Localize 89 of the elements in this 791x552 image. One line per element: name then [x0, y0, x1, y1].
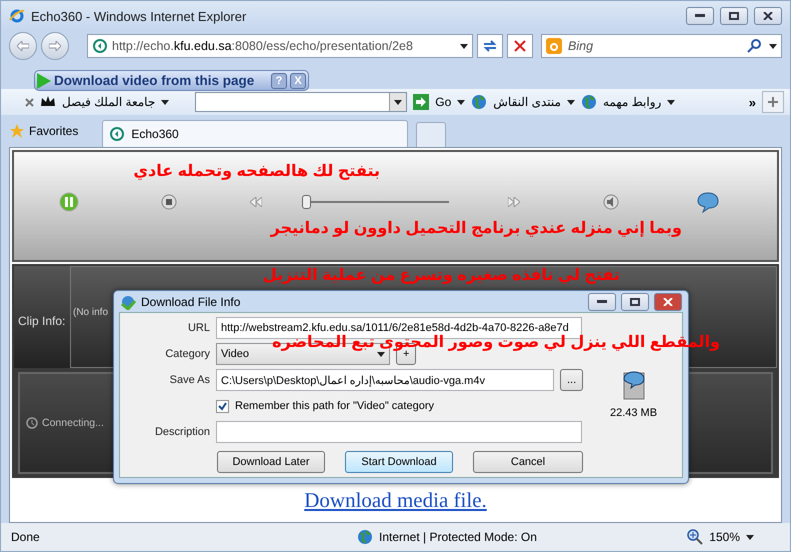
stop-button-icon — [161, 194, 177, 210]
status-text: Done — [11, 530, 41, 544]
dialog-button[interactable]: Download Later — [217, 451, 325, 473]
speech-bubble-logo-icon — [696, 191, 720, 213]
clock-icon — [26, 417, 38, 429]
stop-button[interactable] — [507, 34, 533, 58]
security-zone-text: Internet | Protected Mode: On — [379, 530, 538, 544]
caret-icon — [769, 44, 777, 48]
minimize-button[interactable] — [588, 292, 616, 310]
field-label: Category — [164, 348, 210, 360]
caret-icon — [566, 100, 575, 104]
site-link[interactable]: جامعة الملك فيصل — [62, 95, 156, 109]
clip-info-label: Clip Info: — [17, 313, 66, 330]
globe-icon — [357, 529, 373, 545]
field-label: Description — [154, 426, 210, 438]
input-field[interactable] — [216, 421, 582, 443]
globe-icon — [471, 94, 488, 110]
caret-icon — [394, 100, 402, 104]
maximize-button[interactable] — [621, 292, 649, 310]
refresh-button[interactable] — [477, 34, 503, 58]
globe-download-icon — [120, 294, 136, 310]
fast-forward-icon — [508, 197, 520, 207]
maximize-icon — [729, 12, 739, 20]
pause-button-icon — [59, 192, 79, 212]
page-icon — [92, 38, 108, 54]
more-links-button[interactable]: » — [748, 94, 756, 110]
stop-icon — [514, 40, 526, 52]
add-button[interactable] — [762, 91, 784, 113]
dialog-button[interactable]: Cancel — [473, 451, 583, 473]
forward-arrow-icon — [49, 41, 61, 51]
bookmark-link[interactable]: منتدى النقاش — [493, 95, 561, 109]
caret-icon — [457, 100, 466, 104]
caret-icon — [667, 100, 676, 104]
browse-button[interactable]: ... — [560, 369, 584, 391]
zoom-icon — [687, 529, 704, 545]
plus-icon — [768, 97, 778, 107]
checkbox-label: Remember this path for "Video" category — [235, 400, 434, 412]
field-label: URL — [186, 322, 210, 334]
caret-icon — [746, 534, 754, 540]
play-icon — [37, 72, 51, 88]
maximize-button[interactable] — [720, 7, 748, 25]
forward-button[interactable] — [41, 32, 69, 60]
refresh-icon — [482, 38, 498, 54]
go-button[interactable]: Go — [435, 95, 452, 109]
minimize-button[interactable] — [686, 7, 714, 25]
maximize-icon — [630, 298, 640, 306]
back-button[interactable] — [9, 32, 37, 60]
dialog-title: Download File Info — [141, 294, 242, 308]
search-field[interactable]: Bing — [541, 34, 782, 58]
star-icon — [9, 123, 25, 139]
minimize-icon — [695, 14, 705, 18]
seek-thumb[interactable] — [302, 195, 311, 209]
field-label: Save As — [168, 374, 210, 386]
browser-logo-icon — [9, 8, 25, 24]
checkmark-icon — [218, 402, 227, 410]
search-icon — [747, 38, 763, 54]
caret-icon — [377, 352, 385, 356]
toolbar-search-field[interactable] — [195, 92, 408, 112]
close-button[interactable] — [654, 292, 682, 310]
close-icon — [663, 298, 673, 306]
annotation-text: تفتح لي نافذه صغيره وتسرع من عملية التنزيل — [262, 267, 620, 285]
remember-checkbox[interactable] — [216, 400, 229, 412]
dialog-button[interactable]: Start Download — [345, 451, 453, 473]
annotation-text: بتفتح لك هالصفحه وتحمله عادي — [133, 163, 380, 181]
page-icon — [109, 126, 126, 142]
rewind-icon — [250, 197, 262, 207]
close-button[interactable] — [754, 7, 782, 25]
close-icon — [25, 98, 34, 106]
file-size: 22.43 MB — [610, 407, 658, 419]
back-arrow-icon — [17, 41, 29, 51]
minimize-icon — [597, 300, 607, 304]
download-video-button[interactable]: Download video from this page — [37, 72, 268, 88]
search-engine-logo-icon — [546, 38, 562, 54]
close-icon — [763, 12, 773, 20]
browser-tab[interactable]: Echo360 — [102, 120, 408, 147]
download-media-link[interactable]: Download media file. — [304, 488, 487, 512]
volume-icon — [603, 194, 619, 210]
input-field[interactable]: C:\Users\p\Desktop\محاسبه\إداره اعمال\audio-vga.m4v — [216, 369, 554, 391]
go-arrow-icon — [413, 94, 430, 110]
bookmark-link[interactable]: روابط مهمه — [602, 95, 662, 109]
address-field[interactable]: http://echo.kfu.edu.sa:8080/ess/echo/presentation/2e8 — [87, 34, 473, 58]
globe-icon — [580, 94, 597, 110]
annotation-text: وبما إني منزله عندي برنامج التحميل داوون لو دمانيجر — [270, 220, 682, 238]
caret-icon — [161, 100, 170, 104]
window-title: Echo360 - Windows Internet Explorer — [31, 8, 248, 24]
caret-icon — [460, 44, 468, 48]
favorites-button[interactable]: Favorites — [9, 123, 78, 139]
zoom-level-button[interactable]: 150% — [709, 530, 740, 544]
connection-status: Connecting... — [42, 417, 104, 429]
